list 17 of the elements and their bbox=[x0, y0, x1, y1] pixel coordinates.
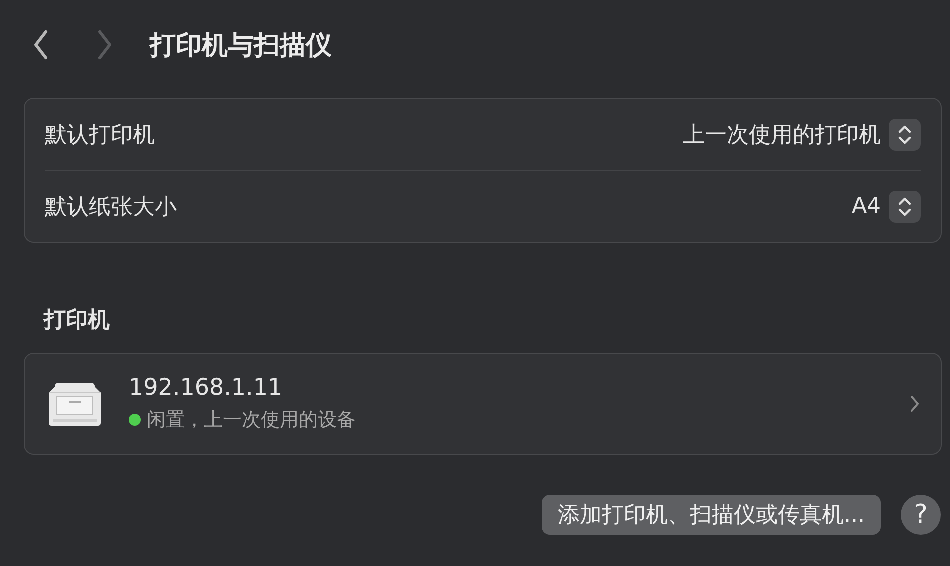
add-printer-button[interactable]: 添加打印机、扫描仪或传真机... bbox=[542, 495, 881, 535]
window-title: 打印机与扫描仪 bbox=[150, 30, 332, 62]
printer-name: 192.168.1.11 bbox=[129, 375, 284, 401]
up-down-chevron-icon bbox=[897, 124, 913, 146]
setting-label: 默认打印机 bbox=[45, 122, 155, 150]
popup-value[interactable]: A4 bbox=[852, 194, 881, 219]
stepper-button[interactable] bbox=[889, 118, 921, 150]
help-button[interactable]: ? bbox=[901, 495, 941, 535]
stepper-button[interactable] bbox=[889, 190, 921, 222]
chevron-right-icon[interactable] bbox=[909, 394, 921, 414]
chevron-left-icon bbox=[33, 30, 49, 60]
printer-status: 闲置，上一次使用的设备 bbox=[147, 408, 356, 433]
up-down-chevron-icon bbox=[897, 196, 913, 218]
chevron-right-icon bbox=[97, 30, 113, 60]
popup-value[interactable]: 上一次使用的打印机 bbox=[683, 120, 881, 150]
section-heading: 打印机 bbox=[44, 307, 111, 335]
setting-label: 默认纸张大小 bbox=[45, 194, 177, 222]
